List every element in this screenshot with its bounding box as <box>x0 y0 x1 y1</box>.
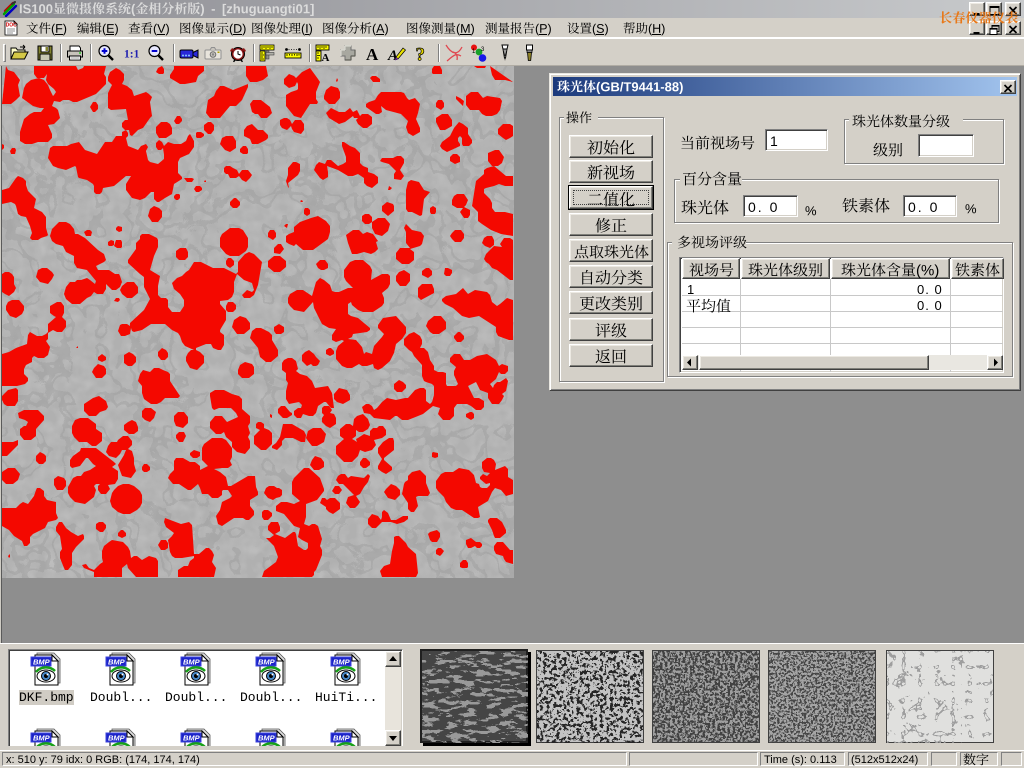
svg-text:BMP: BMP <box>33 658 51 667</box>
svg-text:DOC: DOC <box>6 22 18 28</box>
svg-text:A: A <box>366 45 379 63</box>
svg-text:A: A <box>322 52 330 63</box>
svg-text:3: 3 <box>481 47 485 53</box>
svg-text:A: A <box>387 48 398 63</box>
svg-text:BMP: BMP <box>108 658 126 667</box>
svg-text:BMP: BMP <box>333 658 351 667</box>
svg-text:BMP: BMP <box>258 658 276 667</box>
svg-text:BMP: BMP <box>33 734 51 743</box>
svg-text:1:1: 1:1 <box>124 49 140 61</box>
svg-text:?: ? <box>416 45 426 64</box>
svg-text:BMP: BMP <box>258 734 276 743</box>
svg-text:BMP: BMP <box>183 658 201 667</box>
svg-text:BMP: BMP <box>333 734 351 743</box>
svg-text:BMP: BMP <box>108 734 126 743</box>
svg-text:BMP: BMP <box>183 734 201 743</box>
